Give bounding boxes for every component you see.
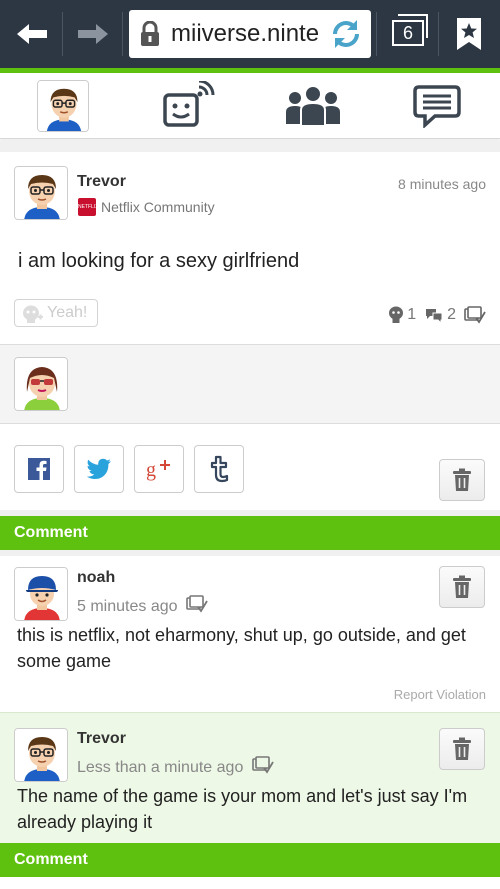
communities-icon	[286, 85, 340, 127]
section-divider	[0, 550, 500, 556]
post-author-name[interactable]: Trevor	[77, 173, 126, 191]
url-text: miiverse.ninte	[171, 20, 320, 47]
nav-communities[interactable]	[283, 79, 343, 133]
trash-icon	[453, 468, 471, 491]
comment-author-avatar[interactable]	[14, 567, 68, 621]
community-link[interactable]: Netflix Community	[101, 199, 215, 215]
nav-messages[interactable]	[407, 79, 467, 133]
bookmark-icon	[457, 18, 481, 50]
facebook-icon	[28, 458, 50, 480]
spoiler-icon	[464, 306, 486, 324]
address-bar[interactable]: miiverse.ninte	[129, 10, 371, 58]
tumblr-share-button[interactable]	[194, 445, 244, 493]
nav-gap	[0, 140, 500, 152]
nav-user-page[interactable]	[33, 79, 93, 133]
my-avatar	[37, 80, 89, 132]
comment-author-avatar[interactable]	[14, 728, 68, 782]
delete-comment-button[interactable]	[439, 728, 485, 770]
comment-count: 2	[447, 306, 456, 323]
app-navigation	[0, 73, 500, 139]
comments-header: Comment	[0, 516, 500, 550]
yeah-count-icon	[389, 306, 404, 323]
lock-icon	[141, 21, 159, 46]
messages-icon	[413, 85, 461, 128]
delete-comment-button[interactable]	[439, 566, 485, 608]
twitter-icon	[86, 458, 111, 479]
back-button[interactable]	[7, 10, 57, 58]
reload-icon[interactable]	[329, 18, 363, 50]
back-arrow-icon	[17, 24, 47, 44]
browser-toolbar: miiverse.ninte 6	[0, 0, 500, 68]
bookmark-button[interactable]	[444, 10, 494, 58]
post-stats: 1 2	[388, 306, 486, 324]
yeah-list	[0, 344, 500, 424]
yeah-user-avatar[interactable]	[14, 357, 68, 411]
comment-timestamp-text: Less than a minute ago	[77, 759, 244, 776]
post-body: i am looking for a sexy girlfriend	[18, 250, 300, 272]
trash-icon	[453, 575, 471, 598]
svg-text:g: g	[146, 459, 156, 481]
toolbar-divider	[376, 12, 377, 56]
yeah-count: 1	[407, 306, 417, 323]
report-violation-link[interactable]: Report Violation	[394, 687, 486, 702]
comment-timestamp: Less than a minute ago	[77, 756, 274, 777]
comment-count-icon	[426, 309, 443, 323]
comment-timestamp: 5 minutes ago	[77, 595, 208, 616]
forward-arrow-icon	[78, 24, 108, 44]
delete-post-button[interactable]	[439, 459, 485, 501]
spoiler-icon	[251, 756, 274, 774]
comment-body: The name of the game is your mom and let…	[17, 786, 468, 832]
tumblr-icon	[210, 455, 229, 483]
yeah-icon	[23, 305, 43, 323]
add-comment-header: Comment	[0, 843, 500, 877]
trash-icon	[453, 737, 471, 760]
comment-author-name[interactable]: noah	[77, 569, 115, 587]
community-icon: NETFLIX	[78, 198, 99, 216]
google-plus-icon: g	[146, 459, 170, 481]
google-plus-share-button[interactable]: g	[134, 445, 184, 493]
comment-timestamp-text: 5 minutes ago	[77, 598, 178, 615]
toolbar-divider	[122, 12, 123, 56]
post-author-avatar[interactable]	[14, 166, 68, 220]
yeah-button[interactable]: Yeah!	[14, 299, 98, 327]
twitter-share-button[interactable]	[74, 445, 124, 493]
forward-button[interactable]	[68, 10, 118, 58]
nav-activity-feed[interactable]	[157, 79, 217, 133]
tab-count: 6	[392, 20, 424, 46]
post-timestamp: 8 minutes ago	[398, 176, 486, 192]
toolbar-divider	[62, 12, 63, 56]
comment-body: this is netflix, not eharmony, shut up, …	[17, 625, 466, 671]
toolbar-divider	[438, 12, 439, 56]
comment-author-name[interactable]: Trevor	[77, 730, 126, 748]
spoiler-icon	[186, 595, 208, 613]
facebook-share-button[interactable]	[14, 445, 64, 493]
activity-feed-icon	[163, 81, 215, 127]
yeah-label: Yeah!	[47, 304, 88, 321]
